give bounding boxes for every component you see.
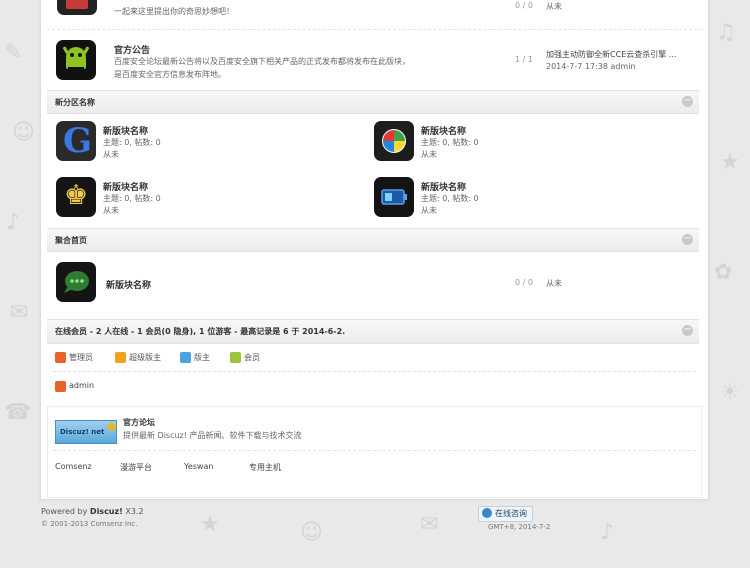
legend-label: 管理员 [69, 353, 93, 362]
online-username[interactable]: admin [69, 381, 94, 390]
background-doodle-icon: ✿ [714, 260, 733, 285]
logo-text: Discuz! net [60, 428, 105, 436]
android-robot-icon [56, 40, 96, 80]
forum-stats: 1 / 1 [515, 55, 533, 64]
legend-label: 超级版主 [129, 353, 161, 362]
chess-king-icon: ♚ [56, 177, 96, 217]
background-doodle-icon: ☺ [12, 120, 35, 145]
background-doodle-icon: ☀ [720, 380, 740, 405]
discuz-logo[interactable]: Discuz! net ★ [55, 417, 119, 444]
online-service-label: 在线咨询 [495, 509, 527, 518]
google-g-icon: G [56, 121, 96, 161]
collapse-icon[interactable]: − [682, 96, 693, 107]
server-time: GMT+8, 2014-7-2 [488, 523, 551, 531]
discuz-brand-link[interactable]: Discuz! [90, 507, 123, 516]
background-doodle-icon: ♫ [716, 20, 736, 45]
divider [53, 450, 696, 451]
background-doodle-icon: ♪ [600, 520, 615, 545]
link-hosting[interactable]: 专用主机 [249, 462, 281, 473]
section-title: 聚合首页 [55, 236, 87, 245]
globe-icon [482, 508, 492, 518]
link-desc: 提供最新 Discuz! 产品新闻、软件下载与技术交流 [123, 431, 302, 440]
battery-icon [374, 177, 414, 217]
forum-last-post: 从未 [546, 279, 562, 288]
background-doodle-icon: ★ [720, 150, 740, 175]
forum-last-post: 从未 [546, 2, 562, 11]
forum-name[interactable]: 新版块名称 [106, 278, 151, 291]
member-group-icon [230, 352, 241, 363]
forum-stats: 0 / 0 [515, 278, 533, 287]
online-service-button[interactable]: 在线咨询 [478, 506, 533, 522]
last-post-meta: 2014-7-7 17:38 admin [546, 62, 636, 71]
powered-by: Powered by Discuz! X3.2 [41, 507, 144, 516]
online-summary: 在线会员 - 2 人在线 - 1 会员(0 隐身), 1 位游客 - 最高记录是… [55, 327, 346, 336]
admin-group-icon [55, 352, 66, 363]
section-header-aggregate[interactable]: 聚合首页 − [47, 228, 699, 252]
forum-last-post: 从未 [103, 150, 119, 159]
link-manyou[interactable]: 漫游平台 [120, 462, 152, 473]
forum-panel: 一起来这里提出你的奇思妙想吧！ 0 / 0 从未 官方公告 百度安全论坛最新公告… [40, 0, 709, 500]
background-doodle-icon: ♪ [6, 210, 21, 235]
section-title: 新分区名称 [55, 98, 95, 107]
star-icon: ★ [104, 417, 119, 436]
forum-last-post: 从未 [421, 150, 437, 159]
powered-prefix: Powered by [41, 507, 88, 516]
chat-bubble-icon [56, 262, 96, 302]
legend-label: 会员 [244, 353, 260, 362]
section-header-new[interactable]: 新分区名称 − [47, 90, 699, 114]
legend-label: 版主 [194, 353, 210, 362]
forum-last-post: 从未 [421, 206, 437, 215]
collapse-icon[interactable]: − [682, 325, 693, 336]
background-doodle-icon: ✉ [420, 512, 439, 537]
copyright: © 2001-2013 Comsenz Inc. [41, 520, 138, 528]
user-icon [55, 381, 66, 392]
forum-desc-line2: 是百度安全官方信息发布阵地。 [114, 70, 226, 79]
divider [47, 29, 702, 30]
version: X3.2 [125, 507, 144, 516]
last-post-link[interactable]: 加强主动防御全新CCE云查杀引擎 ... [546, 49, 676, 60]
section-header-online[interactable]: 在线会员 - 2 人在线 - 1 会员(0 隐身), 1 位游客 - 最高记录是… [47, 319, 699, 344]
forum-stats: 0 / 0 [515, 1, 533, 10]
background-doodle-icon: ☎ [4, 400, 32, 425]
background-doodle-icon: ✉ [10, 300, 29, 325]
forum-last-post: 从未 [103, 206, 119, 215]
background-doodle-icon: ☺ [300, 520, 323, 545]
windows-logo-icon [374, 121, 414, 161]
link-title[interactable]: 官方论坛 [123, 417, 155, 428]
collapse-icon[interactable]: − [682, 234, 693, 245]
moderator-group-icon [180, 352, 191, 363]
forum-desc-line1: 百度安全论坛最新公告将以及百度安全旗下相关产品的正式发布都将发布在此版块， [114, 57, 410, 66]
link-comsenz[interactable]: Comsenz [55, 462, 92, 471]
background-doodle-icon: ★ [200, 512, 220, 537]
link-yeswan[interactable]: Yeswan [184, 462, 213, 471]
super-moderator-group-icon [115, 352, 126, 363]
background-doodle-icon: ✎ [4, 40, 23, 65]
forum-icon [57, 0, 97, 15]
divider [53, 371, 696, 372]
forum-desc: 一起来这里提出你的奇思妙想吧！ [114, 7, 234, 16]
